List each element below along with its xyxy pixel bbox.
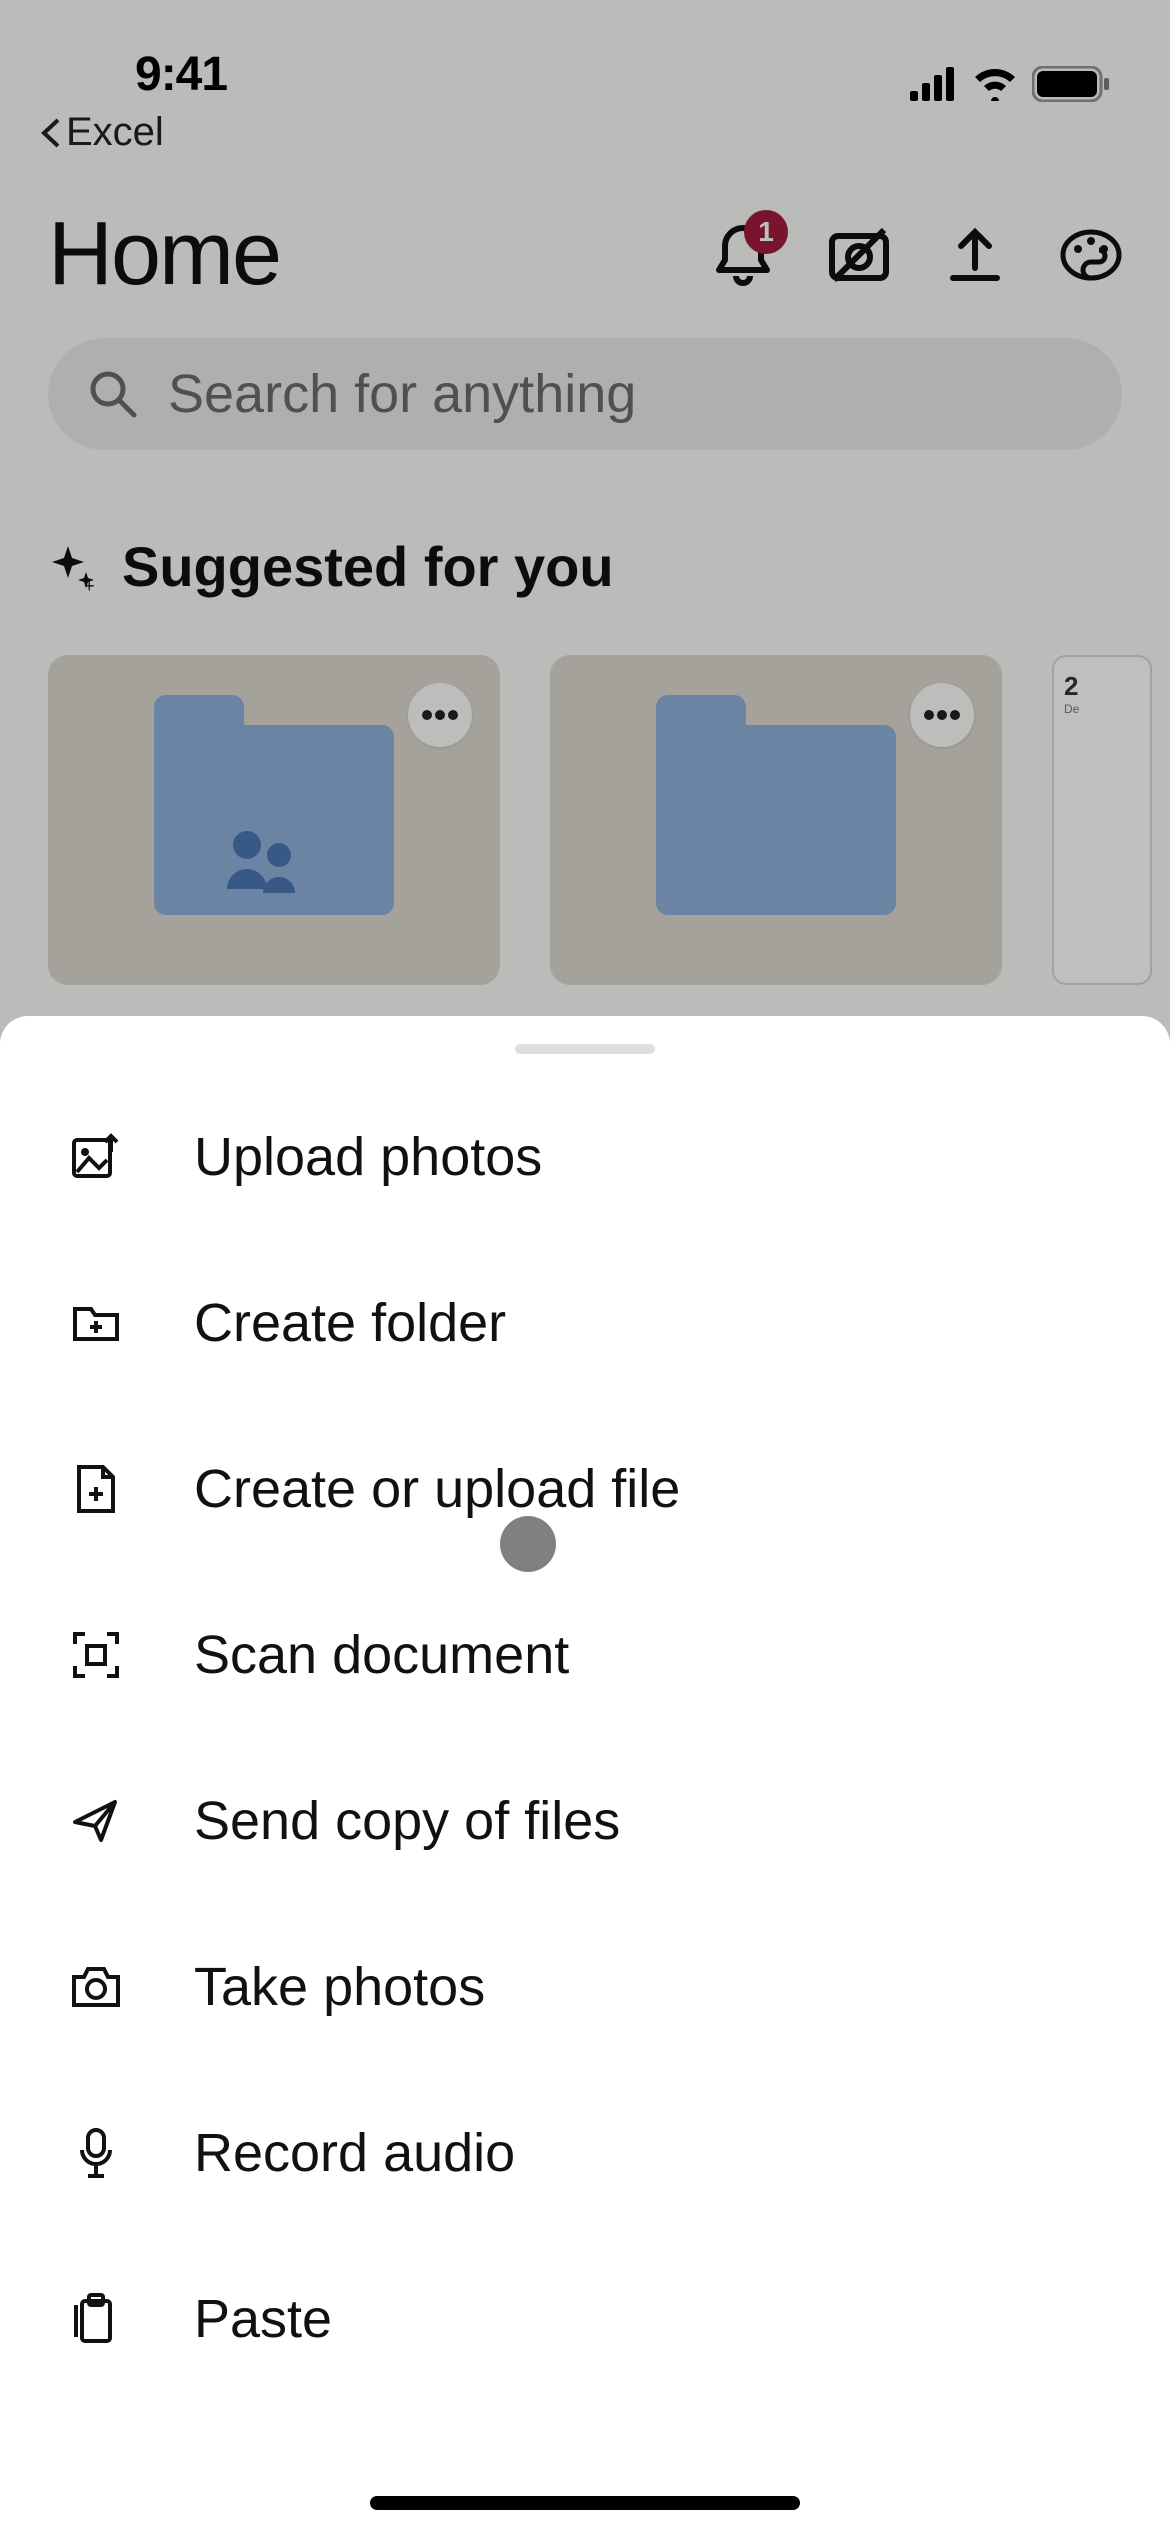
search-input[interactable]: Search for anything bbox=[48, 338, 1122, 450]
action-label: Take photos bbox=[194, 1956, 485, 2018]
clipboard-icon bbox=[74, 2293, 118, 2345]
search-placeholder: Search for anything bbox=[168, 363, 636, 425]
upload-photos-item[interactable]: Upload photos bbox=[70, 1074, 1100, 1240]
file-plus-icon bbox=[75, 1463, 117, 1515]
folder-icon bbox=[656, 725, 896, 915]
action-label: Send copy of files bbox=[194, 1790, 620, 1852]
create-bottom-sheet: Upload photos Create folder Create or up… bbox=[0, 1016, 1170, 2532]
send-copy-item[interactable]: Send copy of files bbox=[70, 1738, 1100, 1904]
create-folder-item[interactable]: Create folder bbox=[70, 1240, 1100, 1406]
card-menu-button[interactable] bbox=[910, 683, 974, 747]
camera-slash-icon bbox=[828, 226, 890, 284]
take-photos-item[interactable]: Take photos bbox=[70, 1904, 1100, 2070]
send-icon bbox=[71, 1796, 121, 1846]
scan-icon bbox=[71, 1630, 121, 1680]
more-icon bbox=[421, 709, 459, 721]
palette-icon bbox=[1060, 229, 1122, 281]
scan-document-item[interactable]: Scan document bbox=[70, 1572, 1100, 1738]
suggested-card[interactable]: marketing bbox=[550, 655, 1002, 1073]
section-title: Suggested for you bbox=[122, 534, 614, 599]
shared-folder-icon bbox=[154, 725, 394, 915]
create-upload-file-item[interactable]: Create or upload file bbox=[70, 1406, 1100, 1572]
header-actions: 1 bbox=[712, 224, 1122, 286]
svg-text:+: + bbox=[84, 576, 95, 592]
status-indicators bbox=[910, 66, 1122, 102]
photo-upload-icon bbox=[71, 1132, 121, 1182]
upload-button[interactable] bbox=[944, 224, 1006, 286]
cellular-icon bbox=[910, 67, 958, 101]
action-label: Create or upload file bbox=[194, 1458, 680, 1520]
sparkle-icon: + bbox=[48, 542, 98, 592]
home-indicator[interactable] bbox=[370, 2496, 800, 2510]
search-icon bbox=[88, 369, 138, 419]
status-bar: 9:41 bbox=[0, 0, 1170, 110]
upload-icon bbox=[947, 226, 1003, 284]
chevron-left-icon bbox=[40, 118, 62, 148]
wifi-icon bbox=[972, 67, 1018, 101]
action-label: Record audio bbox=[194, 2122, 515, 2184]
card-menu-button[interactable] bbox=[408, 683, 472, 747]
microphone-icon bbox=[76, 2126, 116, 2180]
paste-item[interactable]: Paste bbox=[70, 2236, 1100, 2402]
suggested-card[interactable]: 2 De 20 bbox=[1052, 655, 1122, 1073]
suggested-section: + Suggested for you Mobile Uploads bbox=[0, 450, 1170, 1073]
action-label: Upload photos bbox=[194, 1126, 542, 1188]
back-app-label: Excel bbox=[66, 110, 164, 155]
folder-plus-icon bbox=[71, 1301, 121, 1345]
action-label: Scan document bbox=[194, 1624, 569, 1686]
battery-icon bbox=[1032, 66, 1110, 102]
back-to-app[interactable]: Excel bbox=[0, 110, 1170, 155]
suggested-card[interactable]: Mobile Uploads bbox=[48, 655, 500, 1073]
camera-off-button[interactable] bbox=[828, 224, 890, 286]
app-header: Home 1 bbox=[0, 155, 1170, 338]
status-time: 9:41 bbox=[135, 47, 227, 102]
more-icon bbox=[923, 709, 961, 721]
action-label: Create folder bbox=[194, 1292, 506, 1354]
record-audio-item[interactable]: Record audio bbox=[70, 2070, 1100, 2236]
notification-badge: 1 bbox=[744, 210, 788, 254]
page-title: Home bbox=[48, 203, 280, 306]
touch-indicator bbox=[500, 1516, 556, 1572]
sheet-handle[interactable] bbox=[515, 1044, 655, 1054]
palette-button[interactable] bbox=[1060, 224, 1122, 286]
notifications-button[interactable]: 1 bbox=[712, 224, 774, 286]
action-label: Paste bbox=[194, 2288, 332, 2350]
camera-icon bbox=[70, 1965, 122, 2009]
